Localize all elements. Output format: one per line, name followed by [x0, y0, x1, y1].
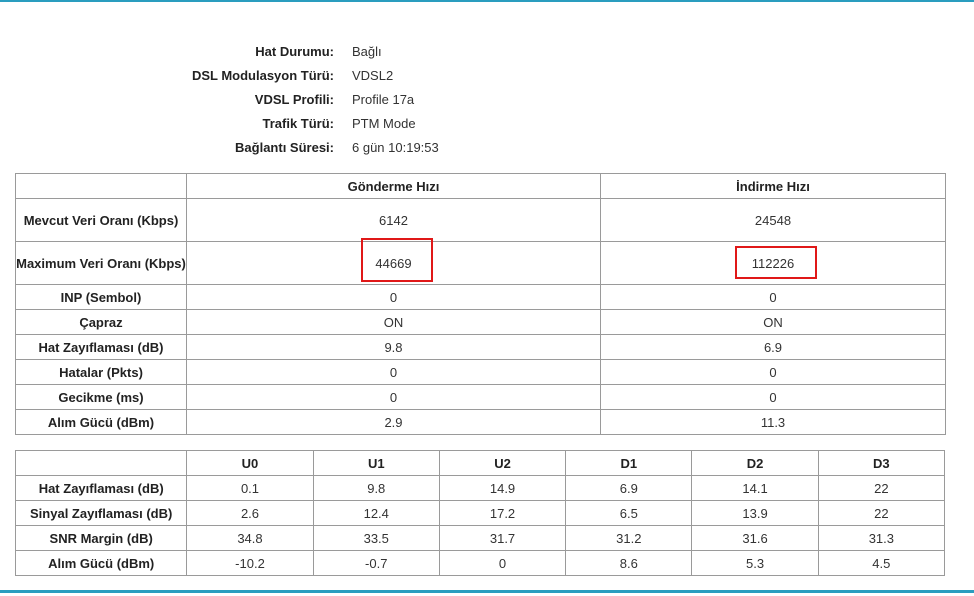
- band-stats-table: U0 U1 U2 D1 D2 D3 Hat Zayıflaması (dB) 0…: [14, 450, 946, 576]
- table-row: Alım Gücü (dBm) 2.9 11.3: [15, 409, 946, 435]
- band-value: 5.3: [691, 550, 819, 576]
- status-label: Trafik Türü:: [262, 116, 334, 131]
- upload-value: 0: [186, 359, 601, 385]
- row-label: Hatalar (Pkts): [15, 359, 187, 385]
- status-value: Profile 17a: [352, 92, 415, 107]
- table-row: Alım Gücü (dBm) -10.2 -0.7 0 8.6 5.3 4.5: [14, 550, 946, 576]
- band-value: 14.1: [691, 475, 819, 501]
- status-value: PTM Mode: [352, 116, 416, 131]
- table-row: Sinyal Zayıflaması (dB) 2.6 12.4 17.2 6.…: [14, 500, 946, 526]
- table-row: Mevcut Veri Oranı (Kbps) 6142 24548: [15, 198, 946, 242]
- download-value: ON: [600, 309, 946, 335]
- band-value: 31.2: [565, 525, 693, 551]
- band-value: 2.6: [186, 500, 314, 526]
- status-value: Bağlı: [352, 44, 382, 59]
- status-row-line-state: Hat Durumu: Bağlı: [0, 40, 600, 64]
- table-header-row: Gönderme Hızı İndirme Hızı: [15, 173, 946, 199]
- row-label: Sinyal Zayıflaması (dB): [14, 500, 188, 526]
- upload-value: 6142: [186, 198, 601, 242]
- status-row-uptime: Bağlantı Süresi: 6 gün 10:19:53: [0, 136, 600, 160]
- header-download: İndirme Hızı: [600, 173, 946, 199]
- status-row-traffic-type: Trafik Türü: PTM Mode: [0, 112, 600, 136]
- download-value: 24548: [600, 198, 946, 242]
- band-value: 6.9: [565, 475, 693, 501]
- table-header-row: U0 U1 U2 D1 D2 D3: [14, 450, 946, 476]
- download-value: 0: [600, 359, 946, 385]
- header-band: U0: [186, 450, 314, 476]
- band-value: 13.9: [691, 500, 819, 526]
- status-value: 6 gün 10:19:53: [352, 140, 439, 155]
- header-cell-empty: [15, 173, 187, 199]
- band-value: 31.3: [817, 525, 946, 551]
- band-value: 33.5: [312, 525, 440, 551]
- header-band: D2: [691, 450, 819, 476]
- status-label: Hat Durumu:: [255, 44, 334, 59]
- table-row: Hatalar (Pkts) 0 0: [15, 359, 946, 385]
- row-label: Hat Zayıflaması (dB): [15, 334, 187, 360]
- status-label: VDSL Profili:: [254, 92, 334, 107]
- table-row: Hat Zayıflaması (dB) 9.8 6.9: [15, 334, 946, 360]
- table-row: Maximum Veri Oranı (Kbps) 44669 112226: [15, 241, 946, 285]
- table-row: Çapraz ON ON: [15, 309, 946, 335]
- status-row-modulation: DSL Modulasyon Türü: VDSL2: [0, 64, 600, 88]
- band-value: 0: [438, 550, 567, 576]
- band-value: 34.8: [186, 525, 314, 551]
- bottom-border: [0, 590, 974, 593]
- table-row: SNR Margin (dB) 34.8 33.5 31.7 31.2 31.6…: [14, 525, 946, 551]
- status-value: VDSL2: [352, 68, 394, 83]
- upload-value: 44669: [186, 241, 601, 285]
- band-value: 8.6: [565, 550, 693, 576]
- header-upload: Gönderme Hızı: [186, 173, 601, 199]
- row-label: Çapraz: [15, 309, 187, 335]
- header-band: D1: [565, 450, 693, 476]
- row-label: Alım Gücü (dBm): [14, 550, 188, 576]
- upload-value: 0: [186, 384, 601, 410]
- band-value: 17.2: [438, 500, 567, 526]
- status-row-vdsl-profile: VDSL Profili: Profile 17a: [0, 88, 600, 112]
- band-value: 22: [817, 475, 946, 501]
- upload-value: ON: [186, 309, 601, 335]
- band-value: 31.7: [438, 525, 567, 551]
- band-value: 31.6: [691, 525, 819, 551]
- row-label: Gecikme (ms): [15, 384, 187, 410]
- header-band: U2: [438, 450, 567, 476]
- band-value: 0.1: [186, 475, 314, 501]
- download-value: 112226: [600, 241, 946, 285]
- status-label: DSL Modulasyon Türü:: [191, 68, 334, 83]
- band-value: 12.4: [312, 500, 440, 526]
- table-row: Gecikme (ms) 0 0: [15, 384, 946, 410]
- download-value: 6.9: [600, 334, 946, 360]
- row-label: Alım Gücü (dBm): [15, 409, 187, 435]
- row-label: SNR Margin (dB): [14, 525, 188, 551]
- header-cell-empty: [14, 450, 188, 476]
- header-band: U1: [312, 450, 440, 476]
- status-label: Bağlantı Süresi:: [235, 140, 334, 155]
- band-value: -10.2: [186, 550, 314, 576]
- band-value: 4.5: [817, 550, 946, 576]
- download-value: 0: [600, 284, 946, 310]
- upload-value: 0: [186, 284, 601, 310]
- row-label: Maximum Veri Oranı (Kbps): [15, 241, 187, 285]
- table-row: INP (Sembol) 0 0: [15, 284, 946, 310]
- upload-value: 9.8: [186, 334, 601, 360]
- band-value: 14.9: [438, 475, 567, 501]
- header-band: D3: [817, 450, 946, 476]
- row-label: Hat Zayıflaması (dB): [14, 475, 188, 501]
- download-value: 0: [600, 384, 946, 410]
- band-value: -0.7: [312, 550, 440, 576]
- band-value: 6.5: [565, 500, 693, 526]
- row-label: INP (Sembol): [15, 284, 187, 310]
- table-row: Hat Zayıflaması (dB) 0.1 9.8 14.9 6.9 14…: [14, 475, 946, 501]
- row-label: Mevcut Veri Oranı (Kbps): [15, 198, 187, 242]
- band-value: 22: [817, 500, 946, 526]
- upload-value: 2.9: [186, 409, 601, 435]
- rates-table: Gönderme Hızı İndirme Hızı Mevcut Veri O…: [15, 173, 946, 435]
- band-value: 9.8: [312, 475, 440, 501]
- top-border: [0, 0, 974, 2]
- download-value: 11.3: [600, 409, 946, 435]
